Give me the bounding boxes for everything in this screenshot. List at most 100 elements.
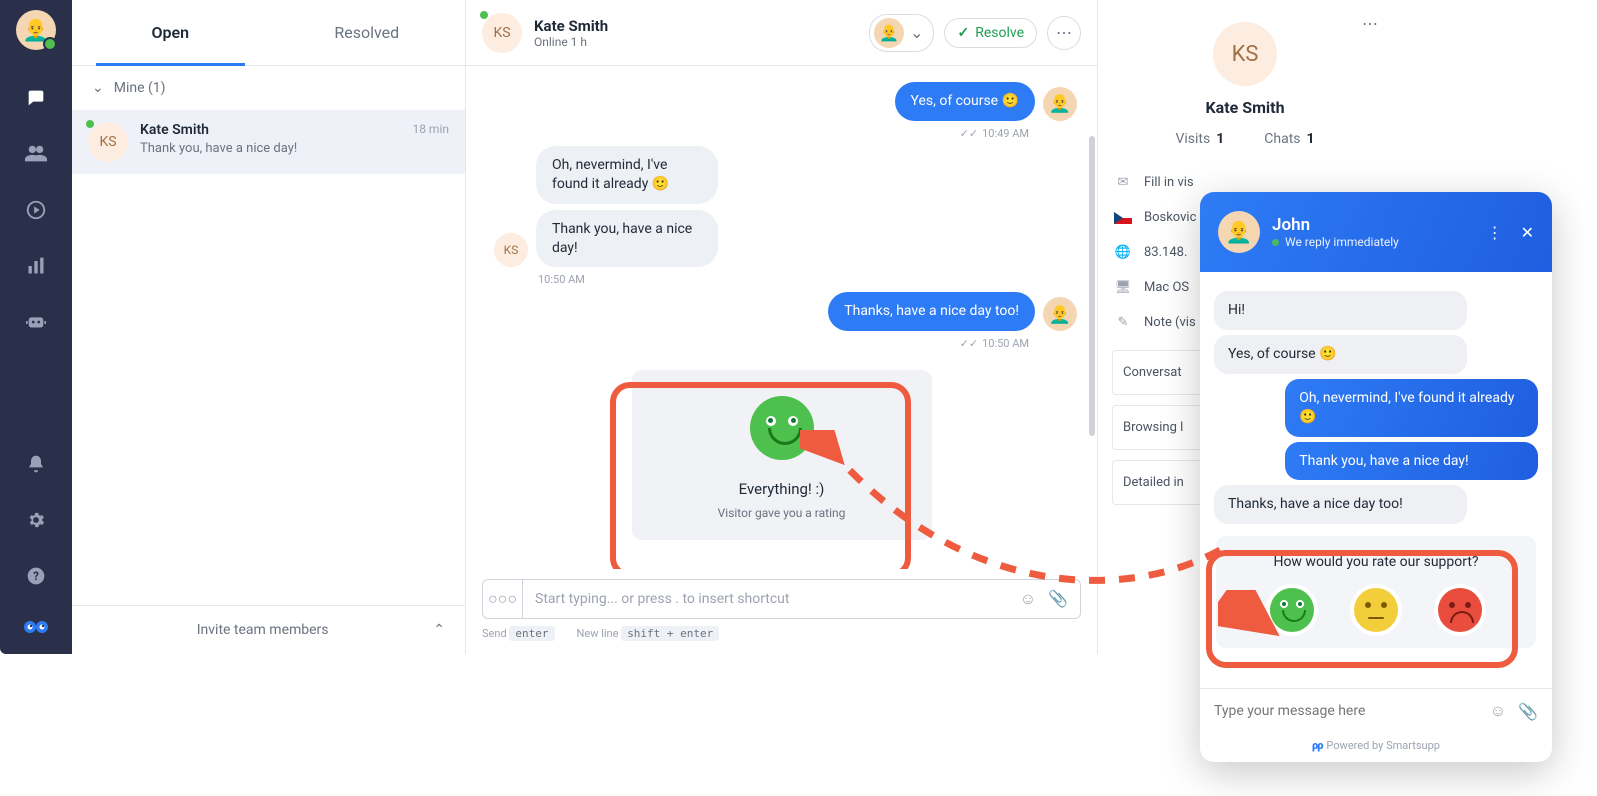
check-icon	[957, 25, 969, 41]
message-timestamp: 10:50 AM	[538, 273, 1029, 286]
conversation-item[interactable]: KS Kate Smith Thank you, have a nice day…	[72, 110, 465, 174]
rating-neutral-button[interactable]	[1354, 588, 1398, 632]
widget-agent-message: Thanks, have a nice day too!	[1214, 485, 1467, 524]
rating-good-button[interactable]	[1270, 588, 1314, 632]
rating-card: Everything! :) Visitor gave you a rating	[632, 370, 932, 540]
widget-agent-message: Hi!	[1214, 291, 1467, 330]
details-more-button[interactable]: ⋯	[1362, 14, 1378, 33]
section-mine[interactable]: ⌄ Mine (1)	[72, 66, 465, 110]
visitor-message: Oh, nevermind, I've found it already 🙂	[536, 146, 718, 204]
avatar-emoji: 👨‍🦲	[22, 18, 49, 43]
message-timestamp: ✓✓10:50 AM	[486, 337, 1029, 350]
emoji-icon[interactable]: ☺	[1020, 589, 1036, 609]
message-timestamp: ✓✓10:49 AM	[486, 127, 1029, 140]
widget-menu-icon[interactable]: ⋮	[1487, 223, 1503, 242]
flag-cz-icon	[1114, 212, 1132, 224]
scrollbar[interactable]	[1089, 136, 1095, 456]
tab-open[interactable]: Open	[72, 0, 269, 65]
invite-team-button[interactable]: Invite team members ⌃	[72, 605, 465, 654]
brand-logo-small-icon: ρρ	[1312, 739, 1322, 752]
agent-message: Thanks, have a nice day too!	[828, 292, 1035, 331]
visitor-avatar: KS	[88, 122, 128, 162]
visitor-avatar-large: KS	[1213, 22, 1277, 86]
attachment-icon[interactable]: 📎	[1518, 702, 1538, 721]
visitor-stats: Visits1 Chats1	[1098, 131, 1392, 147]
widget-status: We reply immediately	[1272, 235, 1399, 249]
chat-body: Yes, of course 🙂 👨‍🦲 ✓✓10:49 AM KS Oh, n…	[466, 66, 1097, 569]
checkmarks-icon: ✓✓	[960, 127, 978, 140]
rating-subtext: Visitor gave you a rating	[642, 506, 922, 520]
chevron-down-icon: ⌄	[92, 80, 104, 96]
chat-status: Online 1 h	[534, 35, 608, 49]
more-button[interactable]: ⋯	[1047, 16, 1081, 50]
message-row: Thanks, have a nice day too! 👨‍🦲	[486, 292, 1077, 331]
desktop-icon: 🖥	[1114, 280, 1132, 295]
widget-body: Hi! Yes, of course 🙂 Oh, nevermind, I've…	[1200, 272, 1552, 688]
conversation-preview: Thank you, have a nice day!	[140, 141, 404, 156]
emoji-icon[interactable]: ☺	[1490, 701, 1506, 721]
resolve-button[interactable]: Resolve	[944, 18, 1037, 48]
nav-bell-icon[interactable]	[24, 452, 48, 476]
conversation-tabs: Open Resolved	[72, 0, 465, 66]
nav-help-icon[interactable]: ?	[24, 564, 48, 588]
checkmarks-icon: ✓✓	[960, 337, 978, 350]
conversation-time: 18 min	[404, 122, 449, 136]
chevron-down-icon: ⌄	[904, 23, 933, 42]
chat-title: Kate Smith	[534, 17, 608, 35]
message-row: KS Oh, nevermind, I've found it already …	[486, 146, 1077, 268]
widget-footer: ☺ 📎	[1200, 688, 1552, 733]
conversation-list-pane: Open Resolved ⌄ Mine (1) KS Kate Smith T…	[72, 0, 466, 654]
chat-visitor-avatar: KS	[482, 13, 522, 53]
tab-resolved[interactable]: Resolved	[269, 0, 466, 65]
nav-stats-icon[interactable]	[24, 254, 48, 278]
agent-avatar-small: 👨‍🦲	[874, 18, 904, 48]
pencil-icon: ✎	[1114, 315, 1132, 330]
widget-powered-by: ρρPowered by Smartsupp	[1200, 733, 1552, 762]
message-input[interactable]	[523, 591, 1008, 607]
conversation-name: Kate Smith	[140, 122, 404, 138]
visitor-message: Thank you, have a nice day!	[536, 210, 718, 268]
compose-area: ○○○ ☺ 📎 Send enter New line shift + ente…	[466, 569, 1097, 654]
chat-pane: KS Kate Smith Online 1 h 👨‍🦲 ⌄ Resolve ⋯…	[466, 0, 1098, 654]
rating-prompt: How would you rate our support?	[1216, 536, 1536, 648]
attachment-icon[interactable]: 📎	[1048, 589, 1068, 609]
widget-agent-avatar: 👨‍🦲	[1218, 211, 1260, 253]
globe-icon: 🌐	[1114, 245, 1132, 260]
rating-comment: Everything! :)	[642, 480, 922, 498]
rating-question: How would you rate our support?	[1226, 554, 1526, 570]
compose-box: ○○○ ☺ 📎	[482, 579, 1081, 619]
widget-agent-name: John	[1272, 215, 1399, 235]
visitor-avatar-small: KS	[494, 233, 528, 267]
nav-gear-icon[interactable]	[24, 508, 48, 532]
nav-sidebar: 👨‍🦲 ?	[0, 0, 72, 654]
invite-label: Invite team members	[92, 622, 433, 638]
widget-header: 👨‍🦲 John We reply immediately ⋮ ✕	[1200, 192, 1552, 272]
svg-text:?: ?	[33, 569, 39, 583]
widget-close-icon[interactable]: ✕	[1521, 223, 1534, 242]
resolve-label: Resolve	[975, 25, 1024, 41]
nav-play-icon[interactable]	[24, 198, 48, 222]
nav-bot-icon[interactable]	[24, 310, 48, 334]
assign-dropdown[interactable]: 👨‍🦲 ⌄	[869, 14, 934, 52]
widget-agent-message: Yes, of course 🙂	[1214, 335, 1467, 374]
chat-widget-preview: 👨‍🦲 John We reply immediately ⋮ ✕ Hi! Ye…	[1200, 192, 1552, 762]
chevron-up-icon: ⌃	[433, 622, 445, 638]
rating-happy-face-icon	[750, 396, 814, 460]
brand-logo-icon	[22, 618, 50, 638]
nav-conversations-icon[interactable]	[24, 86, 48, 110]
chat-header: KS Kate Smith Online 1 h 👨‍🦲 ⌄ Resolve ⋯	[466, 0, 1097, 66]
agent-message: Yes, of course 🙂	[895, 82, 1036, 121]
agent-avatar: 👨‍🦲	[1043, 87, 1077, 121]
compose-menu-button[interactable]: ○○○	[483, 580, 523, 618]
compose-hints: Send enter New line shift + enter	[482, 627, 1081, 640]
widget-message-input[interactable]	[1214, 703, 1478, 719]
mail-icon: ✉	[1114, 175, 1132, 190]
visitor-name: Kate Smith	[1098, 98, 1392, 117]
agent-avatar: 👨‍🦲	[1043, 297, 1077, 331]
section-label: Mine (1)	[114, 80, 166, 96]
rating-bad-button[interactable]	[1438, 588, 1482, 632]
user-avatar[interactable]: 👨‍🦲	[16, 10, 56, 50]
widget-visitor-message: Thank you, have a nice day!	[1285, 442, 1538, 481]
widget-visitor-message: Oh, nevermind, I've found it already 🙂	[1285, 379, 1538, 437]
nav-visitors-icon[interactable]	[24, 142, 48, 166]
